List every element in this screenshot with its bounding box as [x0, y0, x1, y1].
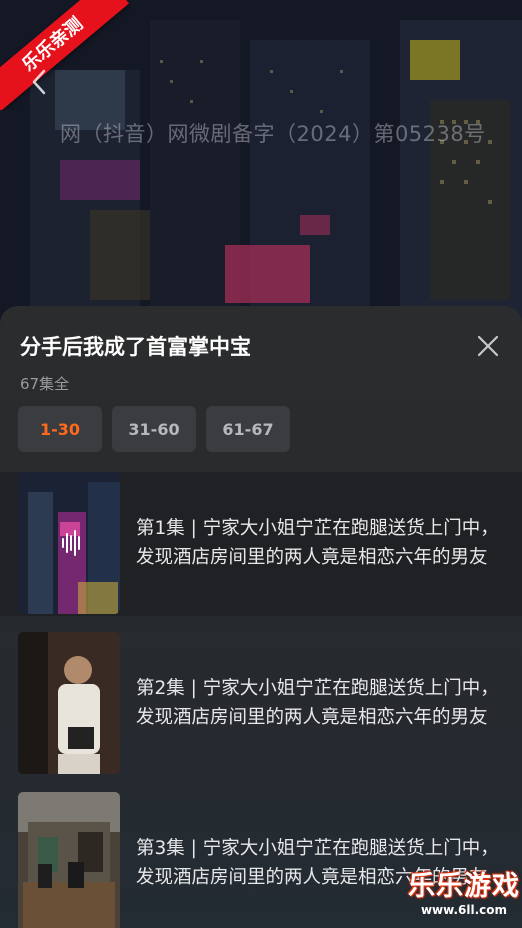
drama-title: 分手后我成了首富掌中宝	[20, 335, 251, 359]
episode-item[interactable]: 第1集 | 宁家大小姐宁芷在跑腿送货上门中，发现酒店房间里的两人竟是相恋六年的男…	[0, 472, 522, 616]
episode-list: 第1集 | 宁家大小姐宁芷在跑腿送货上门中，发现酒店房间里的两人竟是相恋六年的男…	[0, 472, 522, 928]
episode-sheet: 分手后我成了首富掌中宝 67集全 1-30 31-60 61-67 第1集 | …	[0, 306, 522, 928]
episode-thumbnail	[18, 792, 120, 928]
test-badge-corner: 乐乐亲测	[0, 0, 130, 110]
close-button[interactable]	[470, 328, 506, 364]
license-text: 网（抖音）网微剧备字（2024）第05238号	[60, 122, 486, 146]
watermark-title: 乐乐游戏	[408, 871, 520, 902]
tab-range-61-67[interactable]: 61-67	[206, 406, 290, 452]
episode-thumbnail	[18, 472, 120, 614]
episode-item[interactable]: 第2集 | 宁家大小姐宁芷在跑腿送货上门中，发现酒店房间里的两人竟是相恋六年的男…	[0, 632, 522, 776]
episode-description: 第2集 | 宁家大小姐宁芷在跑腿送货上门中，发现酒店房间里的两人竟是相恋六年的男…	[136, 678, 499, 728]
episode-range-tabs: 1-30 31-60 61-67	[18, 406, 290, 452]
site-watermark: 乐乐游戏 www.6ll.com	[406, 872, 522, 928]
back-button[interactable]	[24, 64, 54, 100]
chevron-left-icon	[32, 69, 46, 95]
test-badge: 乐乐亲测	[0, 0, 130, 110]
episode-thumbnail	[18, 632, 120, 774]
episode-description: 第1集 | 宁家大小姐宁芷在跑腿送货上门中，发现酒店房间里的两人竟是相恋六年的男…	[136, 518, 499, 568]
tab-range-1-30[interactable]: 1-30	[18, 406, 102, 452]
tab-range-31-60[interactable]: 31-60	[112, 406, 196, 452]
close-icon	[477, 335, 499, 357]
episode-count: 67集全	[20, 375, 70, 393]
watermark-url: www.6ll.com	[420, 903, 508, 917]
